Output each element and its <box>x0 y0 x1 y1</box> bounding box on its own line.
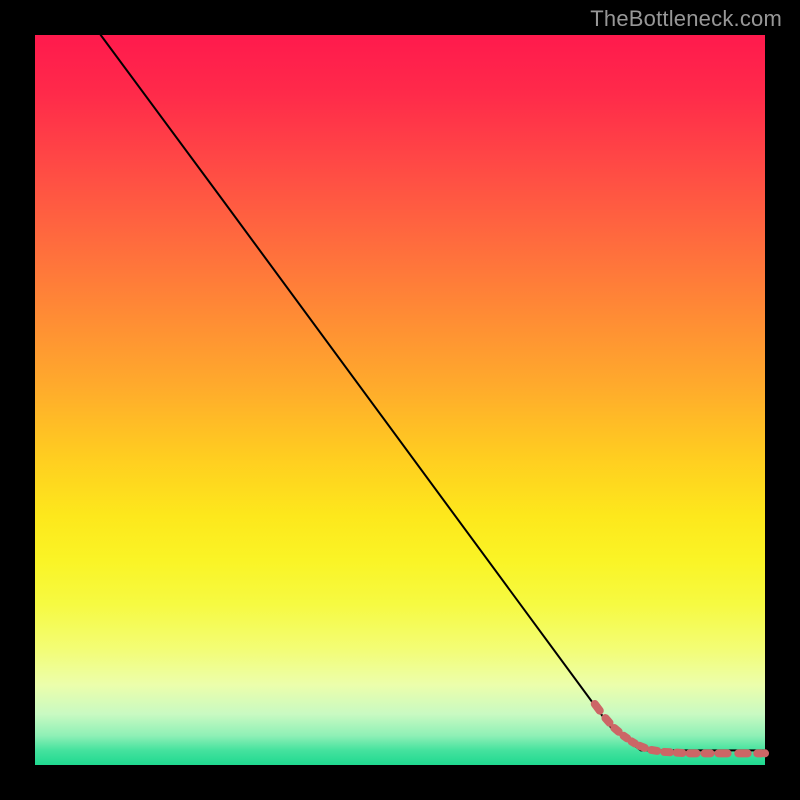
series-dotted-tail <box>595 704 769 757</box>
dotted-dash <box>639 746 644 748</box>
dotted-dash <box>651 750 657 751</box>
dotted-end-dot <box>761 749 769 757</box>
series-curve <box>101 35 765 750</box>
dotted-dash <box>614 728 618 732</box>
chart-frame: TheBottleneck.com <box>0 0 800 800</box>
dotted-dash <box>595 704 600 711</box>
dotted-dash <box>605 718 609 723</box>
watermark-text: TheBottleneck.com <box>590 6 782 32</box>
dotted-dash <box>632 741 635 743</box>
dotted-dash <box>624 736 628 739</box>
chart-svg <box>35 35 765 765</box>
